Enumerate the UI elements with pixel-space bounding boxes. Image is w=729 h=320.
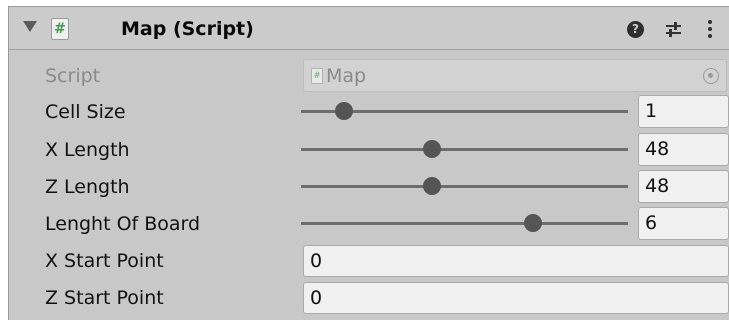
more-options-icon[interactable] [706,18,714,40]
x-length-label: X Length [45,139,130,161]
component-header[interactable]: # Map (Script) ? [9,7,729,50]
z-start-point-input[interactable]: 0 [303,282,729,314]
presets-icon[interactable] [664,20,683,39]
script-object-value: Map [326,65,367,87]
z-length-slider-thumb[interactable] [422,177,441,195]
cell-size-input[interactable]: 1 [638,95,729,128]
script-label: Script [45,65,101,87]
script-object-icon: # [311,68,323,84]
x-length-slider[interactable] [301,148,628,151]
x-length-slider-thumb[interactable] [422,140,441,158]
component-title: Map (Script) [121,18,254,40]
script-object-field[interactable]: # Map [303,59,727,92]
x-start-point-label: X Start Point [45,250,164,272]
x-length-input[interactable]: 48 [638,133,729,166]
cell-size-slider-thumb[interactable] [334,102,353,120]
z-length-slider[interactable] [301,185,628,188]
x-start-point-input[interactable]: 0 [303,245,729,277]
object-picker-icon[interactable] [703,68,719,84]
fold-arrow-icon[interactable] [23,21,37,32]
cell-size-label: Cell Size [45,101,126,123]
script-icon[interactable]: # [51,18,69,40]
length-of-board-input[interactable]: 6 [638,207,729,240]
help-icon[interactable]: ? [627,21,644,38]
z-start-point-label: Z Start Point [45,287,164,309]
length-of-board-slider-thumb[interactable] [524,214,543,232]
length-of-board-slider[interactable] [301,222,628,225]
length-of-board-label: Lenght Of Board [45,213,201,235]
z-length-label: Z Length [45,176,130,198]
z-length-input[interactable]: 48 [638,170,729,203]
inspector-component-panel: # Map (Script) ? Script # Map Cell Size … [8,6,729,320]
